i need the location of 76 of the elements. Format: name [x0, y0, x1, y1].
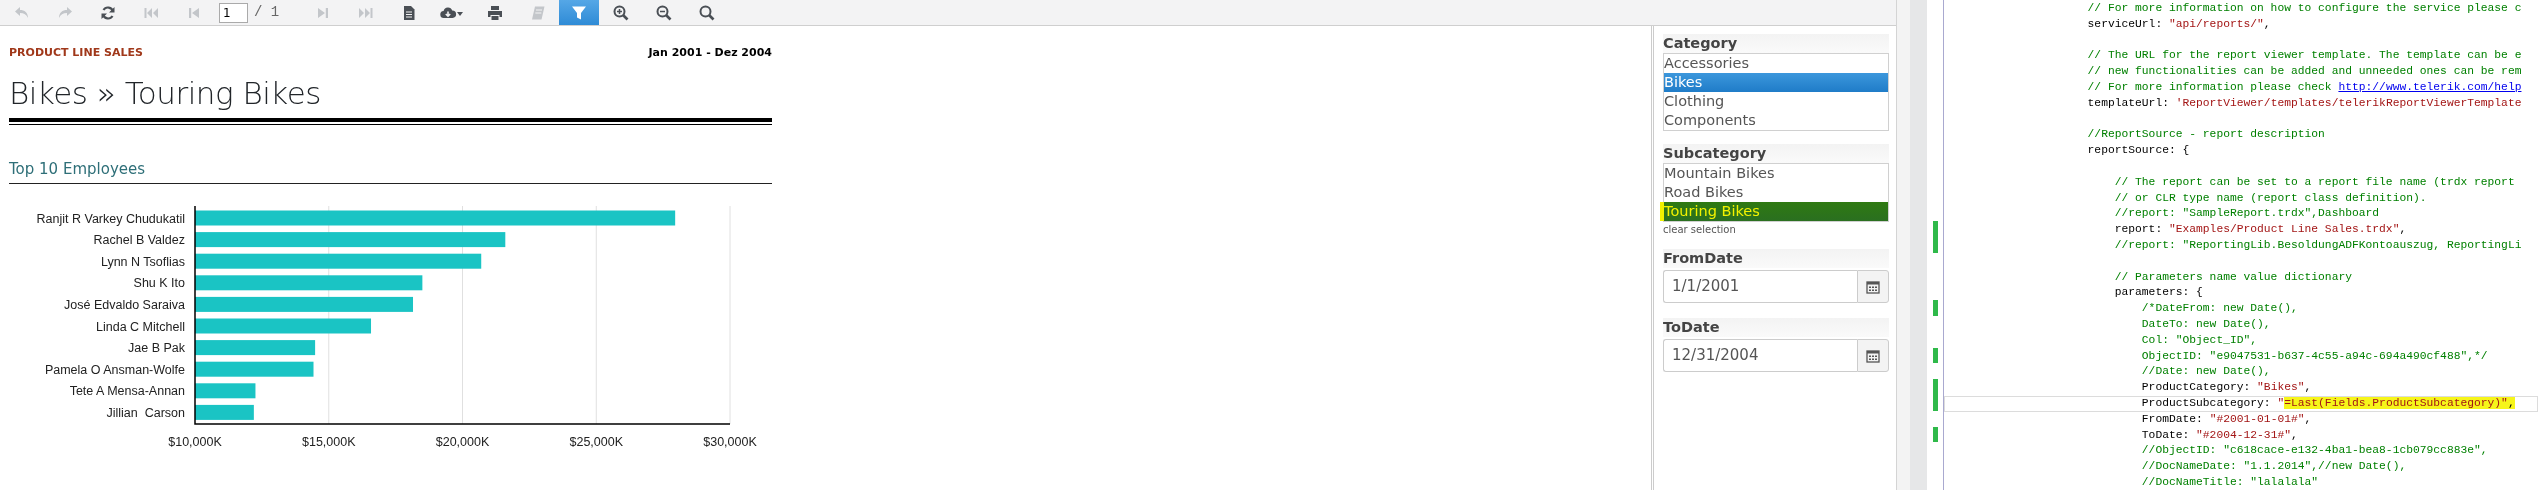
filter-icon — [571, 4, 588, 21]
zoom-in-icon — [612, 4, 629, 21]
code-line: //report: "SampleReport.trdx",Dashboard — [2113, 206, 2381, 222]
printer-icon — [486, 4, 503, 21]
date-field[interactable]: 12/31/2004 — [1663, 339, 1857, 372]
list-item[interactable]: Mountain Bikes — [1664, 164, 1888, 183]
axis-label: $15,000K — [302, 435, 356, 449]
category-label: Lynn N Tsoflias — [100, 254, 185, 269]
code-line: ObjectID: "e9047531-b637-4c55-a94c-694a490cf488",*/ — [2140, 348, 2489, 364]
calendar-button[interactable] — [1857, 339, 1889, 372]
bar — [195, 404, 254, 420]
code-line: // new functionalities can be added and unneeded ones can be rem — [2086, 64, 2523, 80]
zoom-out-icon — [655, 4, 672, 21]
code-line: DateTo: new Date(), — [2140, 316, 2272, 332]
code-line: ProductSubcategory: "=Last(Fields.ProductSubcategory)", — [1944, 395, 2538, 412]
filter-button[interactable] — [559, 0, 600, 25]
code-line: templateUrl: 'ReportViewer/templates/telerikReportViewerTemplate — [2086, 95, 2523, 111]
axis-label: $25,000K — [569, 435, 623, 449]
code-line: //ReportSource - report description — [2086, 127, 2326, 143]
code-line: // Parameters name value dictionary — [2113, 269, 2353, 285]
code-line: //report: "ReportingLib.BesoldungADFKontoauszug, ReportingLi — [2113, 237, 2523, 253]
code-line: //DocNameTitle: "lalalala" — [2140, 474, 2320, 490]
code-line: // For more information please check http://www.telerik.com/help — [2086, 80, 2523, 95]
code-line: ToDate: "#2004-12-31#", — [2140, 427, 2299, 443]
code-line: // or CLR type name (report class definition). — [2113, 190, 2428, 206]
chart-title: Top 10 Employees — [9, 160, 146, 178]
report-section-label: PRODUCT LINE SALES — [9, 46, 143, 60]
list-item[interactable]: Accessories — [1664, 54, 1888, 73]
code-line: /*DateFrom: new Date(), — [2140, 301, 2299, 317]
category-label: Jillian Carson — [106, 405, 185, 420]
code-line: ProductCategory: "Bikes", — [2140, 380, 2313, 396]
category-label: Ranjit R Varkey Chudukatil — [36, 211, 185, 226]
calendar-icon — [1866, 348, 1880, 363]
code-line: Col: "Object_ID", — [2140, 332, 2259, 348]
list-item[interactable]: Components — [1664, 111, 1888, 130]
code-line: //DocNameDate: "1.1.2014",//new Date(), — [2140, 459, 2408, 475]
calendar-icon — [1866, 279, 1880, 294]
code-line: // The URL for the report viewer template. The template can be e — [2086, 48, 2523, 64]
category-label: Shu K Ito — [133, 276, 185, 291]
category-label: Rachel B Valdez — [93, 233, 185, 248]
page-count: / 1 — [254, 3, 280, 22]
axis-label: $10,000K — [168, 435, 222, 449]
link[interactable]: http://www.telerik.com/help — [2338, 81, 2522, 93]
code-line: serviceUrl: "api/reports/", — [2086, 16, 2272, 32]
category-label: José Edvaldo Saraiva — [64, 297, 185, 312]
search-icon — [698, 4, 715, 21]
refresh-icon — [99, 4, 116, 21]
parameter-label: FromDate — [1663, 249, 1889, 268]
code-line: report: "Examples/Product Line Sales.trdx", — [2113, 222, 2408, 238]
bar — [195, 383, 256, 399]
parameter-label: Subcategory — [1663, 144, 1889, 163]
code-line: // The report can be set to a report file name (trdx report — [2113, 174, 2516, 190]
code-line: // For more information on how to configure the service please c — [2086, 1, 2523, 16]
code-line: //ObjectID: "c618cace-e132-4ba1-bea8-1cb079cc883e", — [2140, 443, 2489, 459]
list-item[interactable]: Road Bikes — [1664, 183, 1888, 202]
date-field[interactable]: 1/1/2001 — [1663, 270, 1857, 303]
date-range: Jan 2001 - Dez 2004 — [648, 46, 772, 60]
clear-selection-link[interactable]: clear selection — [1663, 224, 1736, 235]
code-line: FromDate: "#2001-01-01#", — [2140, 411, 2313, 427]
list-item[interactable]: Bikes — [1664, 73, 1888, 92]
category-label: Linda C Mitchell — [96, 319, 185, 334]
code-line: parameters: { — [2113, 285, 2204, 301]
axis-label: $20,000K — [435, 435, 490, 449]
report-title: Bikes » Touring Bikes — [9, 74, 322, 112]
category-label: Jae B Pak — [128, 341, 185, 356]
axis-label: $30,000K — [703, 435, 757, 449]
calendar-button[interactable] — [1857, 270, 1889, 303]
parameter-label: ToDate — [1663, 318, 1889, 337]
category-label: Pamela O Ansman-Wolfe — [44, 362, 185, 377]
category-label: Tete A Mensa-Annan — [69, 384, 185, 399]
list-item[interactable]: Clothing — [1664, 92, 1888, 111]
code-line: reportSource: { — [2086, 143, 2191, 159]
page-number-field[interactable]: 1 — [219, 2, 248, 23]
book-icon — [529, 4, 546, 21]
code-line: //Date: new Date(), — [2140, 364, 2272, 380]
parameter-label: Category — [1663, 34, 1889, 53]
